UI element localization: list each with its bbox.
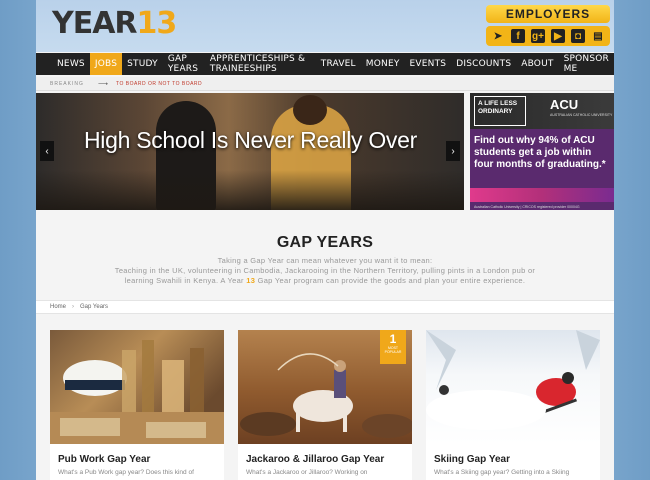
- nav-item-jobs[interactable]: JOBS: [89, 53, 123, 75]
- section-intro: GAP YEARS Taking a Gap Year can mean wha…: [36, 214, 614, 294]
- card-image-skiing: [426, 330, 600, 444]
- page-title: GAP YEARS: [276, 234, 374, 251]
- ad-badge: A LIFE LESS ORDINARY: [474, 96, 526, 126]
- google-plus-icon[interactable]: g+: [531, 29, 545, 43]
- hero-title[interactable]: High School Is Never Really Over: [84, 127, 424, 154]
- logo-number: 13: [136, 6, 178, 41]
- social-bar: ➤ f g+ ▶ ◘ ▤: [486, 26, 610, 46]
- breadcrumb-separator: ›: [72, 304, 75, 310]
- hero-slider[interactable]: High School Is Never Really Over ‹ ›: [36, 93, 464, 210]
- site-logo[interactable]: YEAR13: [52, 6, 178, 41]
- ad-color-band: [470, 188, 614, 202]
- ad-footer: Australian Catholic University | CRICOS …: [474, 205, 580, 209]
- card-jackaroo[interactable]: 1 MOST POPULAR Jackaroo & Jillaroo Gap Y…: [238, 330, 412, 480]
- nav-item-apprenticeships[interactable]: APPRENTICESHIPS & TRAINEESHIPS: [205, 53, 316, 75]
- badge-text: MOST POPULAR: [384, 346, 402, 354]
- breadcrumb: Home › Gap Years: [36, 300, 614, 314]
- instagram-icon[interactable]: ◘: [571, 29, 585, 43]
- hero-image-player-head: [293, 95, 327, 125]
- card-excerpt: What's a Skiing gap year? Getting into a…: [434, 469, 570, 476]
- newsletter-icon[interactable]: ▤: [591, 29, 605, 43]
- intro-highlight: 13: [246, 276, 256, 285]
- site-header: YEAR13 EMPLOYERS ➤ f g+ ▶ ◘ ▤: [36, 0, 614, 52]
- nav-item-travel[interactable]: TRAVEL: [316, 53, 361, 75]
- youtube-icon[interactable]: ▶: [551, 29, 565, 43]
- intro-text: Taking a Gap Year can mean whatever you …: [105, 256, 545, 286]
- acu-advertisement[interactable]: A LIFE LESS ORDINARY ACU AUSTRALIAN CATH…: [470, 93, 614, 210]
- slider-prev-button[interactable]: ‹: [40, 141, 54, 161]
- badge-number: 1: [389, 332, 397, 346]
- card-excerpt: What's a Pub Work gap year? Does this ki…: [58, 469, 194, 476]
- card-image-jackaroo: 1 MOST POPULAR: [238, 330, 412, 444]
- card-skiing[interactable]: Skiing Gap Year What's a Skiing gap year…: [426, 330, 600, 480]
- hero-image-shade: [36, 170, 464, 210]
- most-popular-badge: 1 MOST POPULAR: [380, 330, 406, 364]
- acu-logo: ACU: [550, 97, 579, 112]
- nav-item-sponsor-me[interactable]: SPONSOR ME: [559, 53, 614, 75]
- card-pub-work[interactable]: Pub Work Gap Year What's a Pub Work gap …: [50, 330, 224, 480]
- main-nav: NEWS JOBS STUDY GAP YEARS APPRENTICESHIP…: [36, 53, 614, 75]
- nav-item-gap-years[interactable]: GAP YEARS: [163, 53, 205, 75]
- card-title[interactable]: Pub Work Gap Year: [58, 454, 224, 465]
- card-title[interactable]: Skiing Gap Year: [434, 454, 600, 465]
- arrow-right-icon: ⟶: [98, 80, 109, 88]
- nav-item-money[interactable]: MONEY: [361, 53, 405, 75]
- card-image-pub-work: [50, 330, 224, 444]
- intro-line-3: Gap Year program can provide the goods a…: [257, 276, 526, 285]
- page: YEAR13 EMPLOYERS ➤ f g+ ▶ ◘ ▤ NEWS JOBS …: [36, 0, 614, 480]
- nav-item-events[interactable]: EVENTS: [405, 53, 452, 75]
- nav-item-study[interactable]: STUDY: [122, 53, 163, 75]
- facebook-icon[interactable]: f: [511, 29, 525, 43]
- breaking-news-bar: BREAKING ⟶ TO BOARD OR NOT TO BOARD: [36, 77, 614, 91]
- card-excerpt: What's a Jackaroo or Jillaroo? Working o…: [246, 469, 368, 476]
- intro-line-1: Taking a Gap Year can mean whatever you …: [217, 256, 433, 265]
- skier-illustration: [426, 330, 600, 430]
- logo-year: YEAR: [52, 6, 138, 41]
- nav-item-discounts[interactable]: DISCOUNTS: [451, 53, 516, 75]
- breadcrumb-current: Gap Years: [80, 304, 109, 310]
- slider-next-button[interactable]: ›: [446, 141, 460, 161]
- acu-logo-subtitle: AUSTRALIAN CATHOLIC UNIVERSITY: [550, 113, 613, 117]
- nav-item-news[interactable]: NEWS: [52, 53, 90, 75]
- nav-item-about[interactable]: ABOUT: [516, 53, 558, 75]
- breadcrumb-home[interactable]: Home: [50, 304, 66, 310]
- employers-button[interactable]: EMPLOYERS: [486, 5, 610, 23]
- ad-message: Find out why 94% of ACU students get a j…: [474, 135, 606, 170]
- bird-icon[interactable]: ➤: [491, 29, 505, 43]
- card-title[interactable]: Jackaroo & Jillaroo Gap Year: [246, 454, 412, 465]
- bottles-illustration: [50, 340, 224, 444]
- breaking-label: BREAKING: [50, 80, 84, 87]
- breaking-headline[interactable]: TO BOARD OR NOT TO BOARD: [116, 81, 202, 87]
